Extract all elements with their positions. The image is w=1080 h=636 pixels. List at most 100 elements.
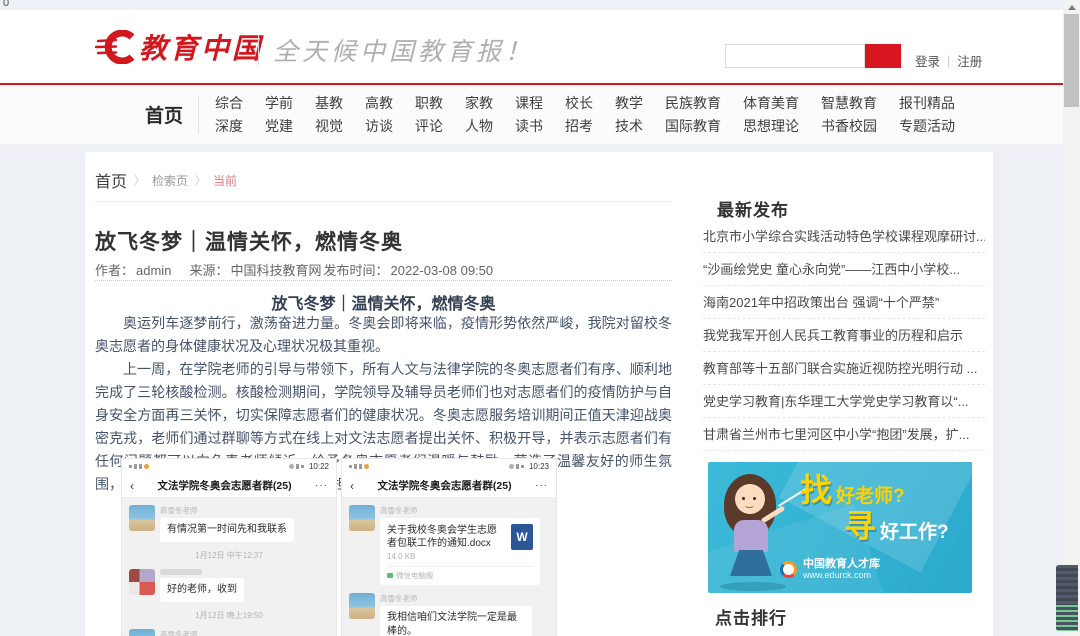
nav-item[interactable]: 家教 — [465, 93, 493, 113]
more-icon[interactable]: ··· — [315, 480, 328, 491]
login-link[interactable]: 登录 — [915, 51, 940, 70]
latest-item[interactable]: 我党我军开创人民兵工教育事业的历程和启示 — [703, 319, 985, 352]
browser-page: 0 教育中国 全天候中国教育报！ 登录 | 注册 首页 综合 深度 学前 党建 … — [0, 0, 1080, 636]
search-button[interactable] — [865, 44, 901, 68]
ad-brand-url: www.edurck.com — [803, 570, 872, 580]
latest-item[interactable]: 教育部等十五部门联合实施近视防控光明行动 ... — [703, 352, 985, 385]
signal-icons — [129, 464, 149, 469]
article-paragraph: 奥运列车逐梦前行，激荡奋进力量。冬奥会即将来临，疫情形势依然严峻，我院对留校冬奥… — [95, 315, 672, 354]
search-input[interactable] — [725, 44, 865, 68]
nav-item[interactable]: 国际教育 — [665, 116, 721, 136]
message-bubble: 我相信咱们文法学院一定是最棒的。 — [380, 606, 532, 636]
signal-icons — [349, 464, 369, 469]
auth-links: 登录 | 注册 — [915, 51, 982, 70]
nav-item[interactable]: 职教 — [415, 93, 443, 113]
recruitment-ad-banner[interactable]: 找 好老师? 寻 好工作? 中国教育人才库 www.edurck.com — [708, 462, 972, 593]
page-scrollbar[interactable] — [1063, 0, 1080, 636]
nav-item[interactable]: 学前 — [265, 93, 293, 113]
ad-brand-name: 中国教育人才库 — [803, 558, 880, 570]
latest-item[interactable]: “沙画绘党史 童心永向党”——江西中小学校... — [703, 253, 985, 286]
chat-message: 高雪冬老师 做上了吗？ — [129, 629, 329, 636]
nav-item[interactable]: 高教 — [365, 93, 393, 113]
wechat-pc-icon — [387, 573, 393, 578]
wechat-screenshot-1[interactable]: 10:22 ‹ 文法学院冬奥会志愿者群(25) ··· 高雪冬老师 有情况第一时… — [121, 458, 337, 636]
tagline-divider — [258, 35, 259, 65]
nav-column: 高教 访谈 — [365, 93, 393, 136]
site-header: 教育中国 全天候中国教育报！ 登录 | 注册 — [0, 10, 1063, 83]
eye-icon — [288, 464, 294, 469]
nav-item[interactable]: 视觉 — [315, 116, 343, 136]
nav-item[interactable]: 读书 — [515, 116, 543, 136]
nav-item[interactable]: 校长 — [565, 93, 593, 113]
author-label: 作者： — [95, 263, 135, 278]
ad-char-find: 找 — [800, 472, 833, 508]
latest-item[interactable]: 北京市小学综合实践活动特色学校课程观摩研讨... — [703, 220, 985, 253]
article-column: 首页 〉 检索页 〉 当前 放飞冬梦｜温情关怀，燃情冬奥 作者： admin 来源：… — [85, 152, 700, 636]
nav-item[interactable]: 党建 — [265, 116, 293, 136]
file-attachment-card[interactable]: 关于我校冬奥会学生志愿者包联工作的通知.docx 14.0 KB W 微信电脑版 — [380, 518, 540, 585]
breadcrumb-home[interactable]: 首页 — [95, 168, 127, 192]
bluetooth-icon — [295, 464, 299, 469]
nav-item[interactable]: 人物 — [465, 116, 493, 136]
nav-columns: 综合 深度 学前 党建 基教 视觉 高教 访谈 职教 评论 家教 人物 课程 读书 校长 招考 … — [215, 93, 955, 136]
wechat-screenshot-2[interactable]: 10:23 ‹ 文法学院冬奥会志愿者群(25) ··· 高雪冬老师 关于我校冬奥… — [341, 458, 557, 636]
nav-item[interactable]: 专题活动 — [899, 116, 955, 136]
breadcrumb-current: 当前 — [213, 173, 238, 188]
eye-icon — [508, 464, 514, 469]
nav-item[interactable]: 思想理论 — [743, 116, 799, 136]
nav-item[interactable]: 民族教育 — [665, 93, 721, 113]
battery-icon — [300, 465, 304, 468]
widget-green-stripes — [1056, 605, 1078, 631]
nav-column: 教学 技术 — [615, 93, 643, 136]
latest-list: 北京市小学综合实践活动特色学校课程观摩研讨... “沙画绘党史 童心永向党”——… — [703, 220, 985, 451]
chat-messages: 高雪冬老师 关于我校冬奥会学生志愿者包联工作的通知.docx 14.0 KB W — [342, 498, 556, 636]
floating-side-widget[interactable] — [1056, 565, 1078, 631]
register-link[interactable]: 注册 — [957, 51, 982, 70]
phone-status-bar: 10:22 — [122, 459, 336, 474]
latest-section-title: 最新发布 — [717, 201, 789, 220]
nav-item[interactable]: 书香校园 — [821, 116, 877, 136]
nav-item[interactable]: 课程 — [515, 93, 543, 113]
file-size: 14.0 KB — [387, 552, 416, 561]
scrollbar-thumb[interactable] — [1064, 14, 1079, 107]
nav-item[interactable]: 基教 — [315, 93, 343, 113]
ad-char-seek: 寻 — [844, 508, 877, 544]
nav-item-home[interactable]: 首页 — [145, 101, 183, 128]
nav-item[interactable]: 深度 — [215, 116, 243, 136]
battery-icons: 10:23 — [508, 462, 549, 471]
nav-item[interactable]: 评论 — [415, 116, 443, 136]
nav-item[interactable]: 访谈 — [365, 116, 393, 136]
more-icon[interactable]: ··· — [535, 480, 548, 491]
rank-section-title: 点击排行 — [715, 609, 787, 628]
breadcrumb-search-page[interactable]: 检索页 — [152, 172, 188, 189]
avatar — [129, 629, 155, 636]
site-logo[interactable]: 教育中国 — [95, 27, 263, 67]
chat-message: 好的老师，收到 — [129, 569, 329, 602]
nav-item[interactable]: 招考 — [565, 116, 593, 136]
nav-item[interactable]: 教学 — [615, 93, 643, 113]
chat-message: 高雪冬老师 有情况第一时间先和我联系 — [129, 505, 329, 542]
article-title: 放飞冬梦｜温情关怀，燃情冬奥 — [95, 231, 403, 254]
ad-brand: 中国教育人才库 www.edurck.com — [780, 558, 880, 580]
battery-icons: 10:22 — [288, 462, 329, 471]
chat-timestamp: 1月12日 晚上19:50 — [195, 611, 263, 620]
content-container: 首页 〉 检索页 〉 当前 放飞冬梦｜温情关怀，燃情冬奥 作者： admin 来源：… — [85, 152, 993, 636]
article-heading: 放飞冬梦｜温情关怀，燃情冬奥 — [271, 296, 496, 313]
scrollbar-up-arrow[interactable] — [1063, 0, 1080, 14]
author-value: admin — [136, 263, 172, 278]
avatar — [349, 593, 375, 619]
nav-item[interactable]: 报刊精品 — [899, 93, 955, 113]
sender-name: 高雪冬老师 — [160, 630, 198, 636]
nav-item[interactable]: 智慧教育 — [821, 93, 877, 113]
ad-line-1: 找 好老师? — [800, 474, 905, 508]
avatar — [349, 505, 375, 531]
latest-item[interactable]: 甘肃省兰州市七里河区中小学“抱团”发展，扩... — [703, 418, 985, 451]
nav-item[interactable]: 体育美育 — [743, 93, 799, 113]
avatar — [129, 569, 155, 595]
latest-item[interactable]: 党史学习教育|东华理工大学党史学习教育以“... — [703, 385, 985, 418]
nav-item[interactable]: 技术 — [615, 116, 643, 136]
chat-message: 高雪冬老师 我相信咱们文法学院一定是最棒的。 — [349, 593, 549, 636]
nav-item[interactable]: 综合 — [215, 93, 243, 113]
latest-item[interactable]: 海南2021年中招政策出台 强调“十个严禁” — [703, 286, 985, 319]
ad-brand-logo-icon — [780, 560, 797, 578]
